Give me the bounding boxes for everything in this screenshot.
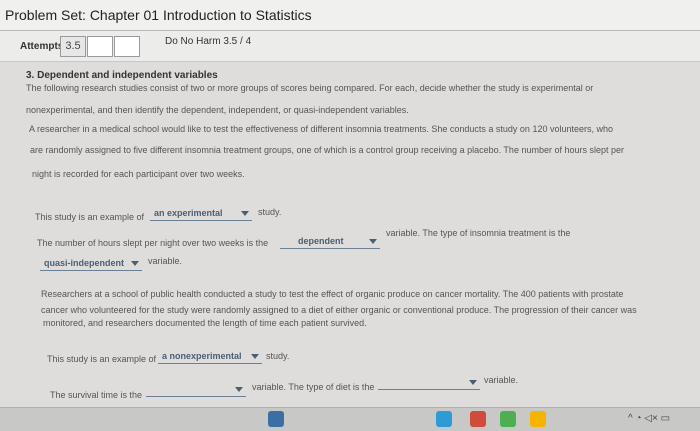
question-content: 3. Dependent and independent variables T… <box>0 62 700 407</box>
study2-q2-mid: variable. The type of diet is the <box>252 382 375 392</box>
page-title: Problem Set: Chapter 01 Introduction to … <box>5 7 312 23</box>
store-icon[interactable] <box>436 411 452 427</box>
files-icon[interactable] <box>268 411 284 427</box>
study2-q2-suffix: variable. <box>484 375 519 385</box>
attempts-bar: Attempts 3.5 Do No Harm 3.5 / 4 <box>0 31 700 62</box>
study2-q2-prefix: The survival time is the <box>50 390 143 400</box>
taskbar: ^ ◔ ◁× ▭ <box>0 407 700 431</box>
attempt-score: 3.5 <box>60 36 86 57</box>
question-heading: 3. Dependent and independent variables <box>26 70 218 81</box>
title-bar: Problem Set: Chapter 01 Introduction to … <box>0 0 700 31</box>
study1-text-2: are randomly assigned to five different … <box>30 145 624 155</box>
study1-q2-mid: variable. The type of insomnia treatment… <box>386 228 571 238</box>
study1-text-3: night is recorded for each participant o… <box>32 169 245 179</box>
study1-q2-suffix: variable. <box>148 256 183 266</box>
chat-icon[interactable] <box>500 411 516 427</box>
photos-icon[interactable] <box>530 411 546 427</box>
study1-design-value: an experimental <box>154 208 223 218</box>
chevron-down-icon <box>241 211 249 216</box>
do-no-harm-score: Do No Harm 3.5 / 4 <box>165 36 252 47</box>
study1-design-dropdown[interactable]: an experimental <box>150 208 252 221</box>
study1-q2-prefix: The number of hours slept per night over… <box>37 238 269 248</box>
study2-iv-dropdown[interactable] <box>378 377 480 390</box>
study2-design-dropdown[interactable]: a nonexperimental <box>158 351 262 364</box>
study2-q1-prefix: This study is an example of <box>47 354 157 364</box>
study2-dv-dropdown[interactable] <box>146 384 246 397</box>
study1-q1-prefix: This study is an example of <box>35 212 145 222</box>
intro-text-1: The following research studies consist o… <box>26 83 594 93</box>
study1-iv-dropdown[interactable]: quasi-independent <box>40 258 142 271</box>
chevron-down-icon <box>469 380 477 385</box>
study2-q1-suffix: study. <box>266 351 290 361</box>
attempts-label: Attempts <box>20 41 64 52</box>
chevron-down-icon <box>235 387 243 392</box>
study2-text-2: cancer who volunteered for the study wer… <box>41 305 637 315</box>
mail-icon[interactable] <box>470 411 486 427</box>
study2-text-3: monitored, and researchers documented th… <box>43 318 367 328</box>
intro-text-2: nonexperimental, and then identify the d… <box>26 105 409 115</box>
study1-q1-suffix: study. <box>258 207 282 217</box>
study2-text-1: Researchers at a school of public health… <box>41 289 624 299</box>
attempt-box-2 <box>87 36 113 57</box>
chevron-down-icon <box>251 354 259 359</box>
study1-text-1: A researcher in a medical school would l… <box>29 124 613 134</box>
system-tray: ^ ◔ ◁× ▭ <box>628 413 671 424</box>
study2-design-value: a nonexperimental <box>162 351 242 361</box>
study1-iv-value: quasi-independent <box>44 258 125 268</box>
study1-dv-dropdown[interactable]: dependent <box>280 236 380 249</box>
attempt-box-3 <box>114 36 140 57</box>
chevron-down-icon <box>131 261 139 266</box>
study1-dv-value: dependent <box>298 236 344 246</box>
chevron-down-icon <box>369 239 377 244</box>
